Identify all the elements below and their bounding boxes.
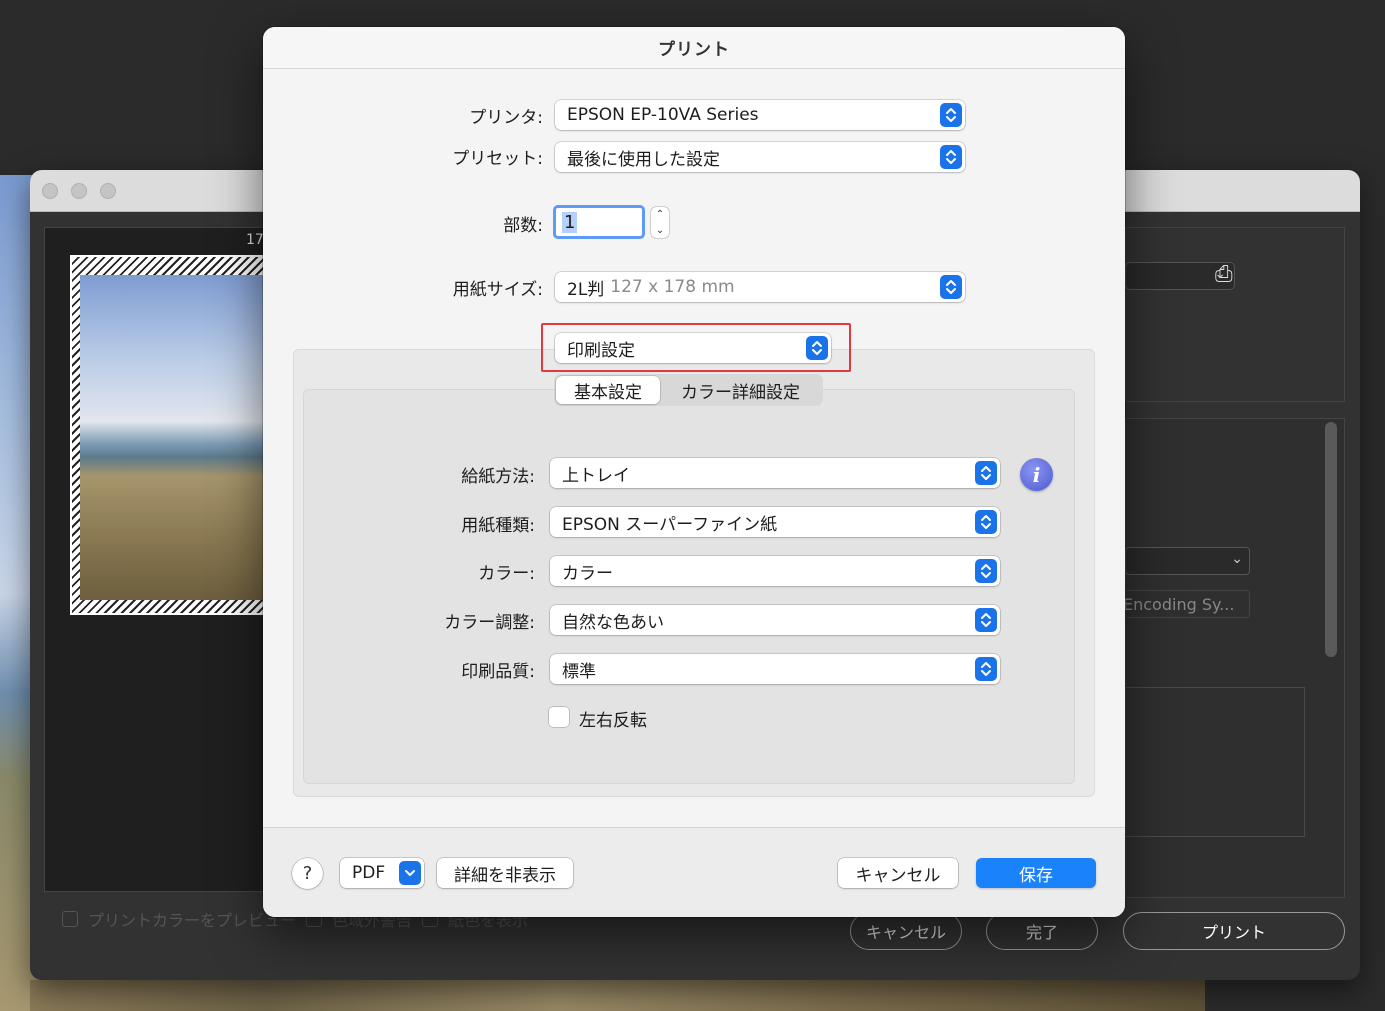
copies-value: 1 xyxy=(562,211,578,233)
chevron-down-icon: ⌄ xyxy=(1231,551,1243,567)
mirror-label: 左右反転 xyxy=(579,711,647,731)
tab-basic[interactable]: 基本設定 xyxy=(556,376,660,404)
popup-stepper-icon xyxy=(975,657,997,681)
printer-add-icon[interactable]: ⎙ xyxy=(1215,262,1233,287)
stepper-up-icon[interactable]: ⌃ xyxy=(656,209,664,220)
color-label: カラー: xyxy=(478,564,535,584)
copies-input[interactable]: 1 xyxy=(553,205,645,239)
color-value: カラー xyxy=(562,563,613,584)
paper-source-label: 給紙方法: xyxy=(461,467,535,487)
color-adjust-value: 自然な色あい xyxy=(562,612,664,633)
print-dialog: プリント プリンタ: EPSON EP-10VA Series プリセット: 最… xyxy=(263,27,1125,917)
printer-label: プリンタ: xyxy=(469,108,543,128)
save-button[interactable]: 保存 xyxy=(976,858,1096,888)
popup-stepper-icon xyxy=(940,145,962,169)
desktop-wallpaper-bottom xyxy=(30,980,1205,1011)
paper-size-label: 用紙サイズ: xyxy=(452,280,543,300)
preset-value: 最後に使用した設定 xyxy=(567,149,720,170)
background-cancel-button[interactable]: キャンセル xyxy=(850,912,962,950)
media-type-popup[interactable]: EPSON スーパーファイン紙 xyxy=(550,507,1000,537)
stepper-down-icon[interactable]: ⌄ xyxy=(656,225,664,236)
background-option-select[interactable]: ⌄ xyxy=(1125,547,1250,575)
preview-photo xyxy=(80,275,270,600)
cancel-button[interactable]: キャンセル xyxy=(838,858,958,888)
printer-popup[interactable]: EPSON EP-10VA Series xyxy=(555,100,965,130)
paper-source-popup[interactable]: 上トレイ xyxy=(550,458,1000,488)
annotation-highlight-box xyxy=(541,323,851,372)
color-popup[interactable]: カラー xyxy=(550,556,1000,586)
page-number: 17 xyxy=(246,232,264,248)
preset-popup[interactable]: 最後に使用した設定 xyxy=(555,142,965,172)
paper-source-value: 上トレイ xyxy=(562,465,630,486)
scrollbar[interactable] xyxy=(1325,422,1337,657)
pdf-label: PDF xyxy=(352,863,386,883)
popup-stepper-icon xyxy=(975,559,997,583)
copies-stepper[interactable]: ⌃ ⌄ xyxy=(651,207,669,238)
background-done-button[interactable]: 完了 xyxy=(986,912,1098,950)
popup-stepper-icon xyxy=(940,103,962,127)
media-type-label: 用紙種類: xyxy=(461,516,535,536)
print-quality-label: 印刷品質: xyxy=(461,662,535,682)
hide-details-button[interactable]: 詳細を非表示 xyxy=(437,858,573,888)
info-icon[interactable]: i xyxy=(1020,458,1053,491)
popup-stepper-icon xyxy=(975,461,997,485)
close-window-button[interactable] xyxy=(42,183,58,199)
paper-size-popup[interactable]: 2L判 127 x 178 mm xyxy=(555,272,965,302)
popup-stepper-icon xyxy=(975,510,997,534)
background-box xyxy=(1125,687,1305,837)
settings-tabs: 基本設定 カラー詳細設定 xyxy=(554,374,823,406)
dialog-title: プリント xyxy=(263,27,1125,69)
tab-color-advanced[interactable]: カラー詳細設定 xyxy=(660,376,821,404)
popup-stepper-icon xyxy=(940,275,962,299)
printer-value: EPSON EP-10VA Series xyxy=(567,105,759,125)
print-quality-value: 標準 xyxy=(562,661,596,682)
zoom-window-button[interactable] xyxy=(100,183,116,199)
pdf-menu-button[interactable]: PDF xyxy=(340,858,424,888)
media-type-value: EPSON スーパーファイン紙 xyxy=(562,514,778,535)
paper-size-value: 2L判 xyxy=(567,279,605,300)
color-adjust-popup[interactable]: 自然な色あい xyxy=(550,605,1000,635)
preset-label: プリセット: xyxy=(452,149,543,169)
paper-size-detail: 127 x 178 mm xyxy=(610,277,735,297)
encoding-select[interactable]: Encoding Sy... xyxy=(1120,590,1250,618)
mirror-checkbox[interactable] xyxy=(549,707,569,727)
minimize-window-button[interactable] xyxy=(71,183,87,199)
settings-panel-inner xyxy=(303,389,1075,784)
help-button[interactable]: ? xyxy=(292,858,323,889)
background-print-button[interactable]: プリント xyxy=(1123,912,1345,950)
popup-stepper-icon xyxy=(975,608,997,632)
background-settings-panel xyxy=(1125,227,1345,402)
copies-label: 部数: xyxy=(503,216,543,236)
color-adjust-label: カラー調整: xyxy=(444,613,535,633)
preview-color-checkbox[interactable] xyxy=(62,911,78,927)
print-quality-popup[interactable]: 標準 xyxy=(550,654,1000,684)
chevron-down-icon xyxy=(399,861,421,885)
